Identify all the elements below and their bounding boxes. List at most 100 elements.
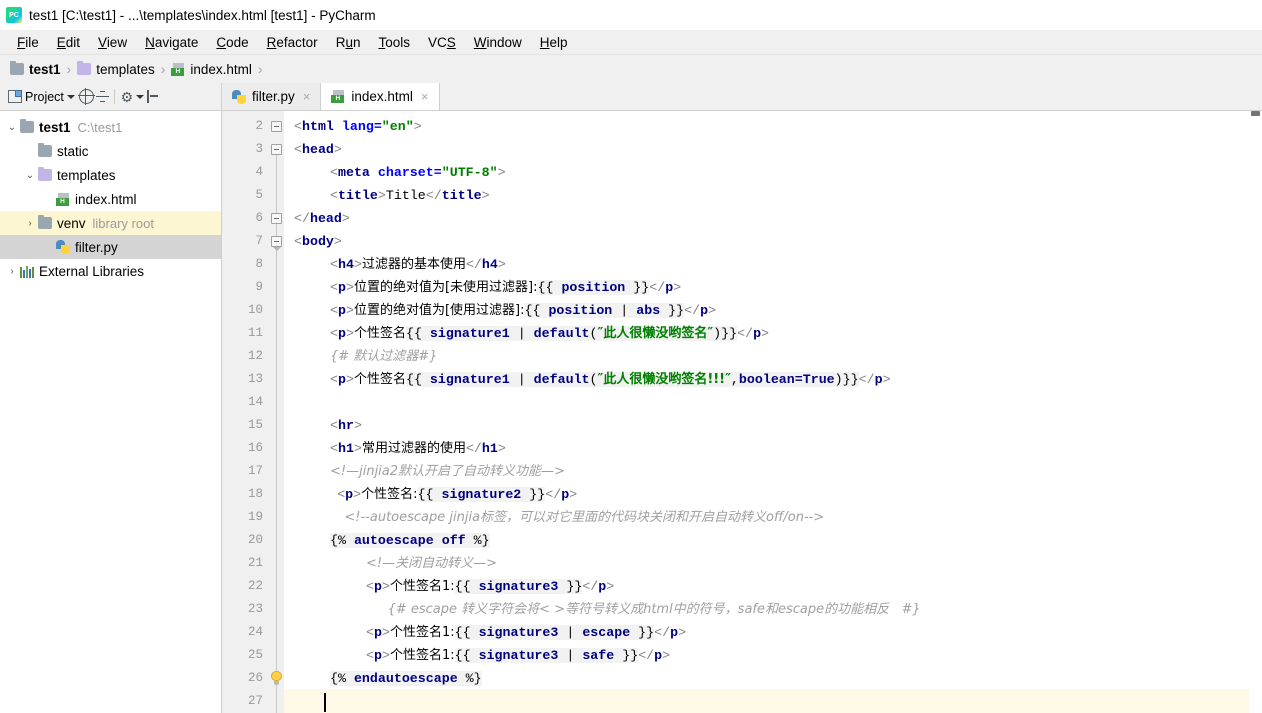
line-number: 18 xyxy=(247,487,263,501)
vertical-scrollbar[interactable] xyxy=(1249,111,1262,713)
tree-node-label: External Libraries xyxy=(39,263,145,279)
code-line-19[interactable]: <!--autoescape jinjia标签，可以对它里面的代码块关闭和开启自… xyxy=(284,506,1249,529)
toolbar-and-tabs: Project ⚙ filter.py × index.html × xyxy=(0,83,1262,111)
close-icon[interactable]: × xyxy=(303,89,311,104)
expand-arrow-icon[interactable]: › xyxy=(22,218,38,229)
editor-tab-index-html[interactable]: index.html × xyxy=(321,83,440,110)
code-line-5[interactable]: <title>Title</title> xyxy=(284,184,1249,207)
intention-bulb-icon[interactable] xyxy=(269,671,284,686)
menu-item-help[interactable]: Help xyxy=(531,33,577,52)
line-number: 15 xyxy=(247,418,263,432)
project-label: Project xyxy=(25,89,64,104)
expand-arrow-icon[interactable]: › xyxy=(4,266,20,277)
code-line-13[interactable]: <p>个性签名{{ signature1 | default(″此人很懒没哟签名… xyxy=(284,368,1249,391)
line-number: 14 xyxy=(247,395,263,409)
editor-tab-filter-py[interactable]: filter.py × xyxy=(222,83,322,110)
menu-item-file[interactable]: File xyxy=(8,33,48,52)
tree-node-static[interactable]: static xyxy=(0,139,221,163)
locate-target-icon[interactable] xyxy=(77,88,95,105)
collapse-all-icon[interactable] xyxy=(95,90,109,103)
fold-guide-line xyxy=(276,145,277,713)
menu-item-tools[interactable]: Tools xyxy=(369,33,419,52)
code-line-14[interactable] xyxy=(284,391,1249,414)
tree-node-templates[interactable]: ⌄ templates xyxy=(0,163,221,187)
breadcrumb-label: templates xyxy=(96,61,155,77)
tree-node-filter-py[interactable]: filter.py xyxy=(0,235,221,259)
menu-item-edit[interactable]: Edit xyxy=(48,33,89,52)
folder-icon xyxy=(38,167,52,181)
fold-toggle-icon[interactable] xyxy=(271,213,282,224)
line-number: 24 xyxy=(247,625,263,639)
menu-item-run[interactable]: Run xyxy=(327,33,370,52)
line-number: 19 xyxy=(247,510,263,524)
line-number-gutter: 2 3 4 5 6 7 8 9 10 11 12 13 14 15 16 17 18 19 20 21 22 23 24 25… xyxy=(222,111,270,713)
toolbar-divider xyxy=(113,89,115,104)
code-editor[interactable]: 2 3 4 5 6 7 8 9 10 11 12 13 14 15 16 17 18 19 20 21 22 23 24 25… xyxy=(222,111,1262,713)
line-number: 13 xyxy=(247,372,263,386)
window-title: test1 [C:\test1] - ...\templates\index.h… xyxy=(29,7,376,23)
menu-item-vcs[interactable]: VCS xyxy=(419,33,465,52)
expand-arrow-icon[interactable]: ⌄ xyxy=(22,170,38,181)
fold-gutter[interactable] xyxy=(270,111,284,713)
code-line-11[interactable]: <p>个性签名{{ signature1 | default(″此人很懒没哟签名… xyxy=(284,322,1249,345)
tree-node-sublabel: library root xyxy=(92,215,154,231)
editor-tabs: filter.py × index.html × xyxy=(222,83,1262,110)
menu-item-window[interactable]: Window xyxy=(465,33,531,52)
text-caret xyxy=(324,693,326,712)
scrollbar-thumb[interactable] xyxy=(1251,111,1260,116)
breadcrumb-separator: › xyxy=(66,61,72,77)
code-line-15[interactable]: <hr> xyxy=(284,414,1249,437)
tree-node-index-html[interactable]: index.html xyxy=(0,187,221,211)
code-line-23[interactable]: {# escape 转义字符会将< >等符号转义成html中的符号，safe和e… xyxy=(284,598,1249,621)
folder-icon xyxy=(10,61,24,75)
code-content[interactable]: <html lang=″en″> <head> <meta charset=″UTF… xyxy=(284,111,1249,713)
hide-panel-icon[interactable] xyxy=(146,90,159,103)
line-number: 27 xyxy=(247,694,263,708)
expand-arrow-icon[interactable]: ⌄ xyxy=(4,122,20,133)
code-line-3[interactable]: <head> xyxy=(284,138,1249,161)
python-file-icon xyxy=(232,89,246,104)
tree-node-venv[interactable]: › venv library root xyxy=(0,211,221,235)
code-line-6[interactable]: </head> xyxy=(284,207,1249,230)
code-line-20[interactable]: {% autoescape off %} xyxy=(284,529,1249,552)
dropdown-caret-icon[interactable] xyxy=(66,94,75,99)
code-line-10[interactable]: <p>位置的绝对值为[使用过滤器]:{{ position | abs }}</… xyxy=(284,299,1249,322)
fold-toggle-icon[interactable] xyxy=(271,236,282,251)
code-line-16[interactable]: <h1>常用过滤器的使用</h1> xyxy=(284,437,1249,460)
menu-item-code[interactable]: Code xyxy=(207,33,257,52)
code-line-7[interactable]: <body> xyxy=(284,230,1249,253)
code-line-9[interactable]: <p>位置的绝对值为[未使用过滤器]:{{ position }}</p> xyxy=(284,276,1249,299)
breadcrumb-item-index-html[interactable]: index.html xyxy=(171,62,252,77)
breadcrumb-label: index.html xyxy=(190,61,252,77)
project-view-button[interactable]: Project xyxy=(6,88,77,106)
breadcrumb-item-test1[interactable]: test1 xyxy=(10,61,61,77)
code-line-18[interactable]: <p>个性签名:{{ signature2 }}</p> xyxy=(284,483,1249,506)
settings-gear-icon[interactable]: ⚙ xyxy=(120,90,134,104)
code-line-22[interactable]: <p>个性签名1:{{ signature3 }}</p> xyxy=(284,575,1249,598)
code-line-8[interactable]: <h4>过滤器的基本使用</h4> xyxy=(284,253,1249,276)
menu-item-navigate[interactable]: Navigate xyxy=(136,33,207,52)
folder-icon xyxy=(38,215,52,229)
code-line-21[interactable]: <!—关闭自动转义—> xyxy=(284,552,1249,575)
settings-caret-icon[interactable] xyxy=(135,94,144,99)
tree-node-label: static xyxy=(57,143,89,159)
fold-toggle-icon[interactable] xyxy=(271,121,282,132)
code-line-25[interactable]: <p>个性签名1:{{ signature3 | safe }}</p> xyxy=(284,644,1249,667)
menu-item-refactor[interactable]: Refactor xyxy=(258,33,327,52)
fold-toggle-icon[interactable] xyxy=(271,144,282,155)
breadcrumb-separator: › xyxy=(257,61,263,77)
tree-node-label: filter.py xyxy=(75,239,118,255)
code-line-12[interactable]: {# 默认过滤器#} xyxy=(284,345,1249,368)
tree-node-test1[interactable]: ⌄ test1 C:\test1 xyxy=(0,115,221,139)
code-line-26[interactable]: {% endautoescape %} xyxy=(284,667,1249,690)
tree-node-external-libraries[interactable]: › External Libraries xyxy=(0,259,221,283)
code-line-2[interactable]: <html lang=″en″> xyxy=(284,115,1249,138)
menu-item-view[interactable]: View xyxy=(89,33,136,52)
breadcrumb-item-templates[interactable]: templates xyxy=(77,61,155,77)
line-number: 5 xyxy=(255,188,263,202)
breadcrumb-label: test1 xyxy=(29,61,61,77)
code-line-24[interactable]: <p>个性签名1:{{ signature3 | escape }}</p> xyxy=(284,621,1249,644)
code-line-17[interactable]: <!—jinjia2默认开启了自动转义功能—> xyxy=(284,460,1249,483)
close-icon[interactable]: × xyxy=(421,89,429,104)
code-line-4[interactable]: <meta charset=″UTF-8″> xyxy=(284,161,1249,184)
